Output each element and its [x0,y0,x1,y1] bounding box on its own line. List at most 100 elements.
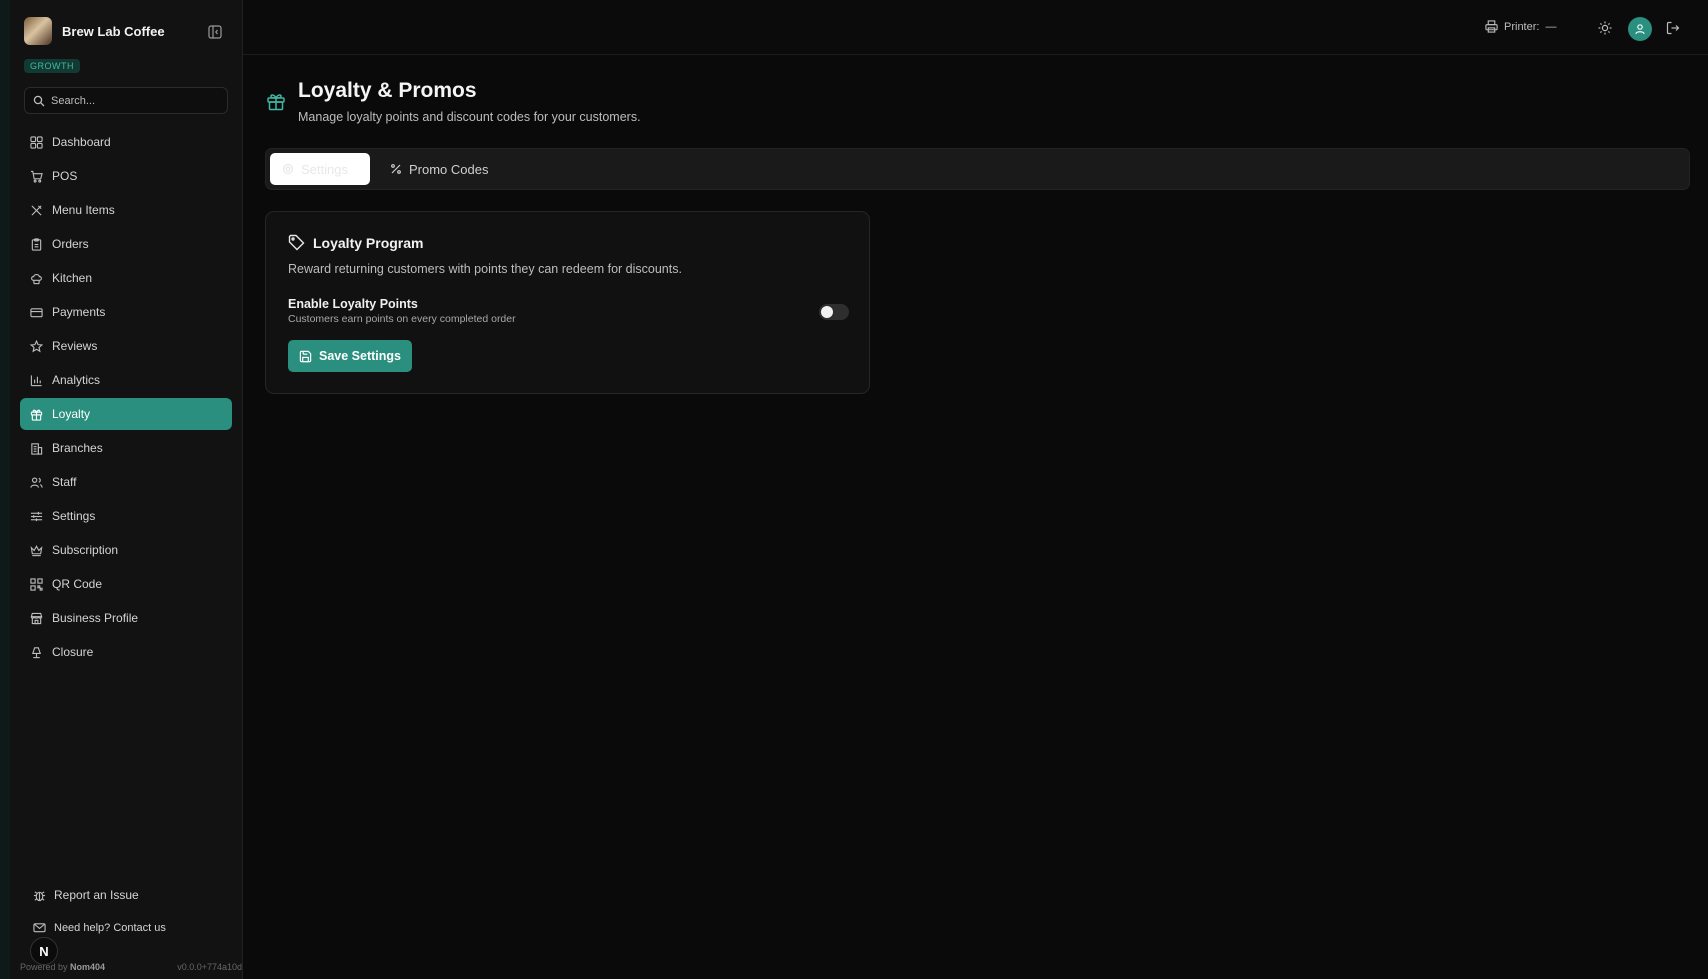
sidebar-item-orders[interactable]: Orders [20,228,232,260]
settings-icon [282,163,294,175]
sidebar-item-qr-code[interactable]: QR Code [20,568,232,600]
printer-label: Printer: [1504,20,1540,33]
sidebar-nav: Dashboard POS Menu Items Orders Kitchen Payme… [20,126,232,670]
brand[interactable]: Brew Lab Coffee [24,17,165,45]
sidebar-item-settings[interactable]: Settings [20,500,232,532]
enable-loyalty-toggle[interactable] [819,304,849,320]
sidebar-item-label: POS [52,169,78,183]
sidebar-item-kitchen[interactable]: Kitchen [20,262,232,294]
page-subtitle: Manage loyalty points and discount codes… [298,110,641,124]
sidebar-item-payments[interactable]: Payments [20,296,232,328]
sun-icon[interactable] [1598,21,1612,40]
sidebar-item-label: Analytics [52,373,101,387]
save-icon [299,350,312,362]
mail-icon [33,923,46,933]
sidebar-item-branches[interactable]: Branches [20,432,232,464]
card-header: Loyalty Program [288,234,423,251]
logout-icon[interactable] [1666,21,1680,40]
sidebar-item-staff[interactable]: Staff [20,466,232,498]
tag-icon [288,234,305,251]
card-title: Loyalty Program [313,234,424,251]
brand-logo [24,17,52,45]
bug-icon [33,890,46,901]
sidebar-item-label: QR Code [52,577,103,591]
sidebar-item-business-profile[interactable]: Business Profile [20,602,232,634]
user-icon [1635,24,1645,35]
sidebar-item-reviews[interactable]: Reviews [20,330,232,362]
sidebar-item-label: Menu Items [52,203,115,217]
bar-chart-icon [30,374,42,386]
tab-promo-codes[interactable]: Promo Codes [378,153,500,185]
crown-icon [30,544,43,556]
sidebar: Brew Lab Coffee GROWTH Dashboard POS Menu … [10,0,243,979]
qr-code-icon [30,577,43,591]
building-icon [31,442,43,455]
help-contact-label: Need help? Contact us [54,921,166,934]
sidebar-item-pos[interactable]: POS [20,160,232,192]
search-input[interactable] [51,94,221,107]
sidebar-item-label: Reviews [52,339,98,353]
sidebar-meta: Powered by Nom404 v0.0.0+774a10d [20,962,242,972]
sliders-icon [30,511,43,521]
sidebar-item-label: Staff [52,475,77,489]
sidebar-item-label: Branches [52,441,103,455]
report-issue-label: Report an Issue [54,888,139,902]
sidebar-item-label: Payments [52,305,106,319]
users-icon [30,476,43,488]
plan-badge: GROWTH [24,59,80,73]
sidebar-item-label: Closure [52,645,94,659]
sidebar-item-label: Kitchen [52,271,93,285]
card-description: Reward returning customers with points t… [288,262,682,276]
app-root: Brew Lab Coffee GROWTH Dashboard POS Menu … [0,0,1708,979]
topbar: Printer: — [243,0,1708,55]
window-edge [0,0,10,979]
sidebar-collapse-icon[interactable] [208,25,222,39]
sidebar-item-label: Orders [52,237,89,251]
tab-settings[interactable]: Settings [270,153,370,185]
lamp-icon [32,646,41,658]
printer-value: — [1545,20,1557,33]
loyalty-program-card: Loyalty Program Reward returning custome… [265,211,870,394]
sidebar-item-menu-items[interactable]: Menu Items [20,194,232,226]
chef-hat-icon [31,273,42,284]
dashboard-icon [30,135,43,149]
powered-by: Powered by Nom404 [20,962,105,972]
cart-icon [30,170,43,183]
search-box[interactable] [24,87,228,114]
sidebar-item-dashboard[interactable]: Dashboard [20,126,232,158]
sidebar-item-label: Dashboard [52,135,111,149]
printer-icon [1485,20,1498,33]
app-version: v0.0.0+774a10d [177,962,242,972]
sidebar-item-label: Business Profile [52,611,139,625]
nextjs-dev-badge[interactable]: N [30,937,58,965]
loyalty-toggle-help: Customers earn points on every completed… [288,313,516,325]
help-contact-link[interactable]: Need help? Contact us [33,921,166,934]
report-issue-link[interactable]: Report an Issue [33,888,166,902]
credit-card-icon [30,307,43,317]
percent-icon [391,164,401,174]
sidebar-item-closure[interactable]: Closure [20,636,232,668]
save-settings-label: Save Settings [319,349,401,363]
tab-bar: Settings Promo Codes [265,148,1690,190]
powered-by-brand: Nom404 [70,962,106,972]
sidebar-item-loyalty[interactable]: Loyalty [20,398,232,430]
star-icon [30,339,43,352]
sidebar-item-label: Subscription [52,543,119,557]
page-title: Loyalty & Promos [298,79,477,102]
gift-icon [30,409,43,421]
user-avatar[interactable] [1628,17,1652,41]
sidebar-item-label: Settings [52,509,96,523]
toggle-knob [821,306,833,318]
store-icon [30,612,43,624]
save-settings-button[interactable]: Save Settings [288,340,412,372]
loyalty-toggle-label: Enable Loyalty Points [288,297,418,311]
printer-status[interactable]: Printer: — [1485,20,1556,33]
sidebar-item-analytics[interactable]: Analytics [20,364,232,396]
tab-promo-codes-label: Promo Codes [409,161,489,177]
sidebar-item-label: Loyalty [52,407,91,421]
gift-icon [266,91,286,116]
sidebar-item-subscription[interactable]: Subscription [20,534,232,566]
tab-settings-label: Settings [301,161,348,177]
utensils-icon [31,204,42,216]
search-icon [33,95,45,106]
